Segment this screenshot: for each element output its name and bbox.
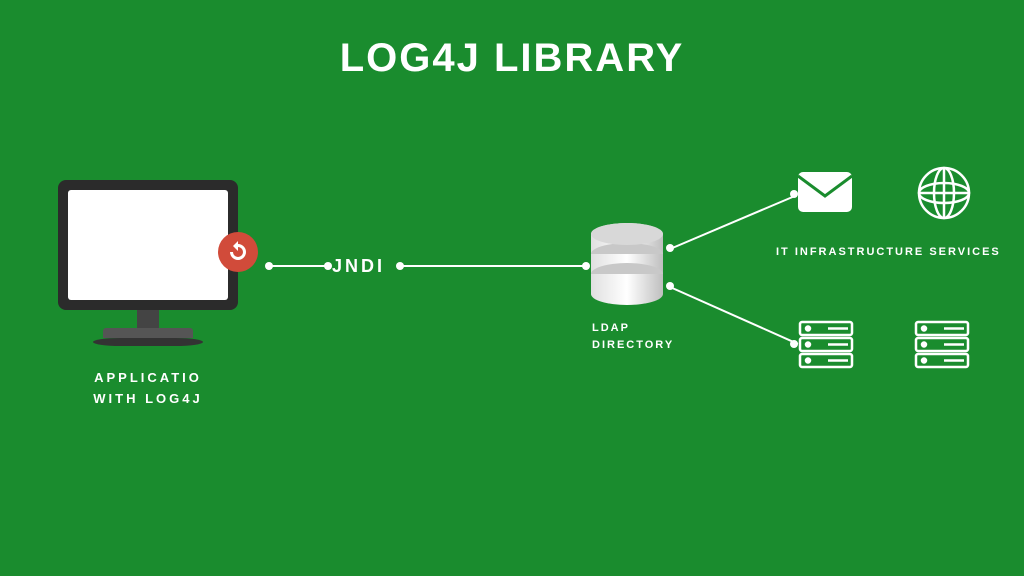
connector-dot (790, 340, 798, 348)
application-label: APPLICATIOWITH LOG4J (58, 368, 238, 410)
refresh-icon (218, 232, 258, 272)
connector-dot (324, 262, 332, 270)
globe-icon (916, 165, 972, 221)
server-icon (914, 320, 970, 370)
connector-line (272, 265, 326, 267)
server-icon (798, 320, 854, 370)
monitor-icon: APPLICATIOWITH LOG4J (58, 180, 238, 410)
mail-icon (798, 172, 852, 212)
connector-dot (790, 190, 798, 198)
connector-line (670, 195, 796, 250)
database-icon (588, 222, 666, 317)
database-label: LDAPDIRECTORY (592, 320, 674, 353)
connector-line (402, 265, 584, 267)
jndi-label: JNDI (332, 256, 385, 277)
connector-line (670, 286, 799, 345)
services-label: IT INFRASTRUCTURE SERVICES (776, 246, 1001, 258)
diagram-stage: APPLICATIOWITH LOG4J JNDI LDAPDIRECTORY (0, 0, 1024, 576)
